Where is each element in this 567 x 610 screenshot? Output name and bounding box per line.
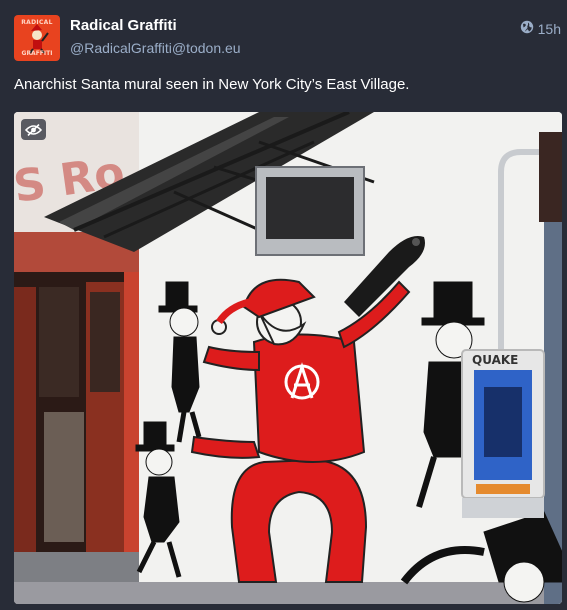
relative-time: 15h bbox=[537, 20, 561, 37]
hide-media-button[interactable] bbox=[21, 119, 46, 140]
avatar[interactable]: RADICAL GRAFFITI bbox=[14, 15, 60, 61]
post-content: Anarchist Santa mural seen in New York C… bbox=[14, 76, 410, 93]
avatar-text-bottom: GRAFFITI bbox=[21, 50, 53, 57]
status-post: RADICAL GRAFFITI Radical Graffiti @Radic… bbox=[0, 0, 567, 610]
account-handle[interactable]: @RadicalGraffiti@todon.eu bbox=[70, 40, 241, 56]
payphone-tag-text: QUAKE bbox=[472, 353, 518, 367]
media-attachment[interactable]: S Ro QUAKE bbox=[14, 112, 562, 604]
post-timestamp[interactable]: 15h bbox=[520, 20, 561, 37]
globe-icon bbox=[520, 20, 534, 37]
eye-slash-icon bbox=[25, 123, 42, 136]
mural-photo: S Ro QUAKE bbox=[14, 112, 562, 604]
display-name[interactable]: Radical Graffiti bbox=[70, 17, 177, 34]
